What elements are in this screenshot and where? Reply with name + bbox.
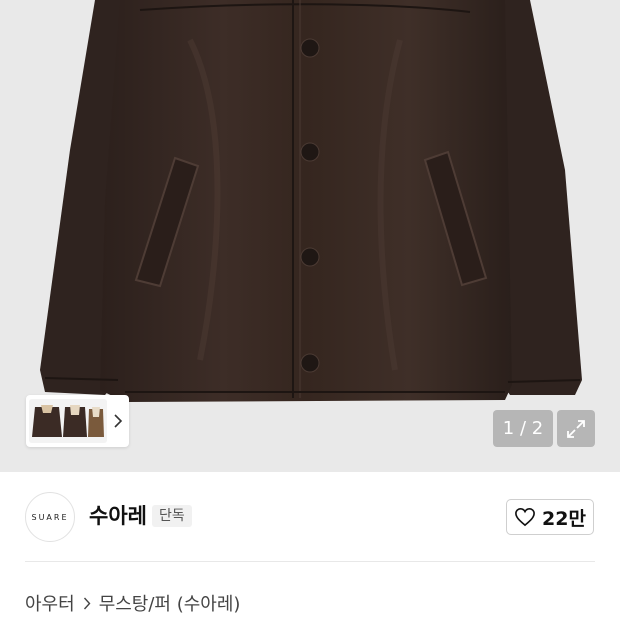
breadcrumb-item-outer[interactable]: 아우터 — [25, 590, 75, 616]
divider — [25, 561, 595, 562]
brand-logo[interactable]: SUARE — [25, 492, 75, 542]
brand-name[interactable]: 수아레 — [89, 503, 147, 529]
brand-row: SUARE 수아레 단독 22만 — [0, 472, 620, 562]
chevron-right-icon[interactable] — [107, 414, 129, 428]
image-counter: 1 / 2 — [493, 410, 553, 447]
brand-logo-text: SUARE — [31, 512, 69, 522]
like-button[interactable]: 22만 — [506, 499, 594, 535]
chevron-right-icon — [83, 597, 91, 609]
breadcrumb-item-mustang[interactable]: 무스탕/퍼 (수아레) — [99, 590, 241, 616]
product-image-gallery[interactable]: 1 / 2 — [0, 0, 620, 472]
exclusive-badge: 단독 — [152, 505, 192, 527]
thumbnail-image[interactable] — [29, 399, 107, 443]
heart-outline-icon — [515, 507, 535, 527]
like-count: 22만 — [542, 507, 586, 530]
expand-icon[interactable] — [557, 410, 595, 447]
thumbnail-strip[interactable] — [26, 395, 129, 447]
thumbnail-jackets-image — [29, 399, 107, 443]
breadcrumb: 아우터 무스탕/퍼 (수아레) — [25, 590, 240, 616]
